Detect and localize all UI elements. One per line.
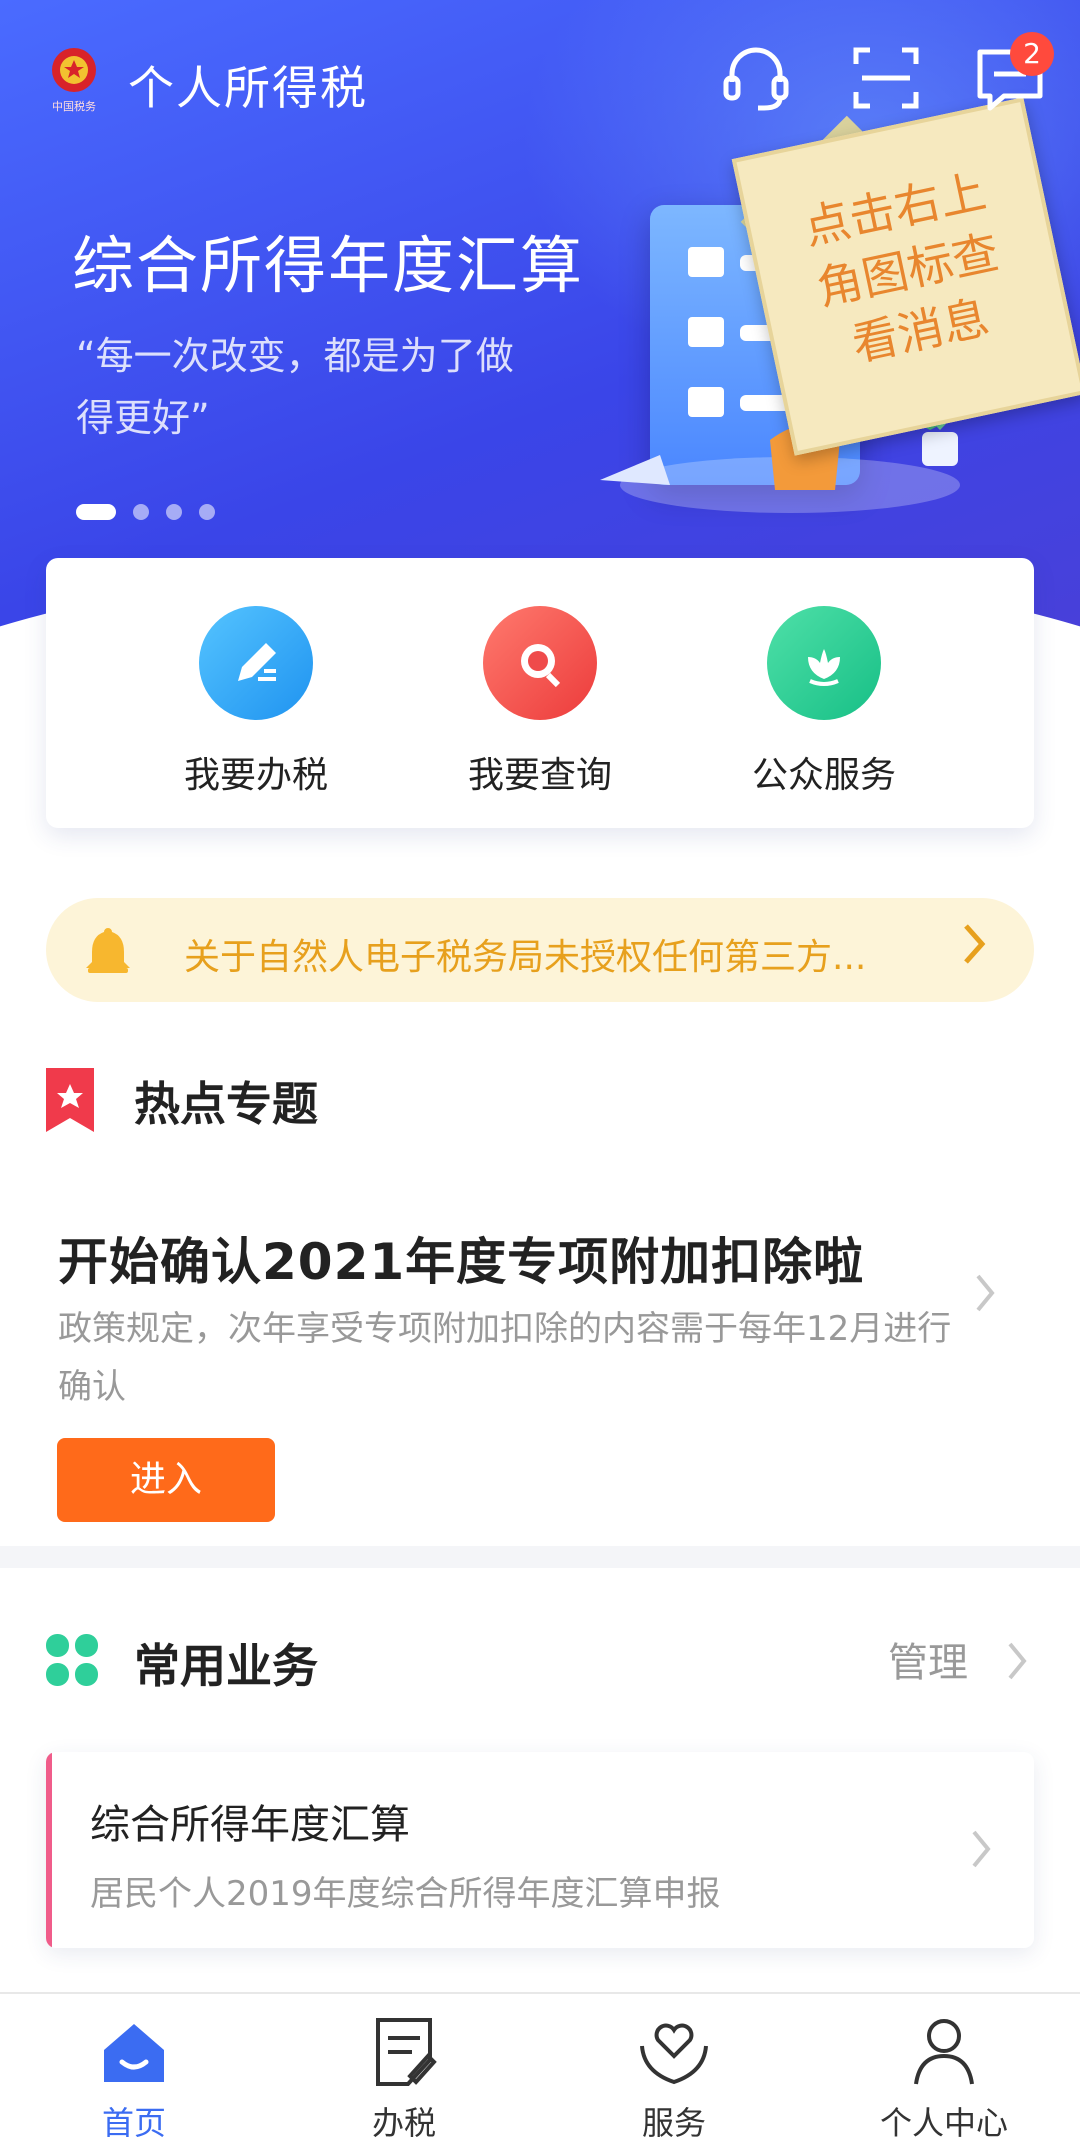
notice-bar[interactable]: 关于自然人电子税务局未授权任何第三方...	[46, 898, 1034, 1002]
flower-icon	[767, 606, 881, 720]
edit-icon	[199, 606, 313, 720]
topic-description: 政策规定，次年享受专项附加扣除的内容需于每年12月进行确认	[58, 1309, 952, 1407]
common-business-title: 常用业务	[134, 1639, 318, 1693]
sticky-note-text: 点击右上 角图标查 看消息	[799, 163, 1004, 372]
business-item-title: 综合所得年度汇算	[90, 1802, 410, 1848]
nav-label: 办税	[371, 2104, 436, 2142]
chevron-right-icon	[972, 1830, 991, 1868]
bookmark-star-icon	[46, 1068, 94, 1132]
nav-home[interactable]: 首页	[34, 2016, 234, 2144]
bottom-navigation: 首页 办税 服务 个人中心	[0, 1992, 1080, 2149]
carousel-indicator[interactable]	[76, 504, 232, 520]
carousel-dot[interactable]	[166, 504, 182, 520]
svg-text:中国税务: 中国税务	[52, 99, 96, 113]
nav-tax[interactable]: 办税	[304, 2016, 504, 2144]
enter-button[interactable]: 进入	[57, 1438, 275, 1522]
business-item-card[interactable]: 综合所得年度汇算 居民个人2019年度综合所得年度汇算申报	[46, 1752, 1034, 1948]
card-accent-bar	[46, 1752, 52, 1948]
home-icon	[104, 2024, 164, 2082]
bell-icon	[86, 928, 130, 973]
chevron-right-icon[interactable]	[1006, 1640, 1030, 1682]
nav-label: 服务	[641, 2104, 706, 2142]
nav-label: 个人中心	[879, 2104, 1008, 2142]
sticky-note: 点击右上 角图标查 看消息	[731, 97, 1080, 456]
headset-icon[interactable]	[718, 40, 794, 116]
notice-text: 关于自然人电子税务局未授权任何第三方...	[184, 937, 867, 978]
quick-action-query[interactable]: 我要查询	[430, 606, 650, 798]
business-item-subtitle: 居民个人2019年度综合所得年度汇算申报	[90, 1874, 721, 1914]
message-badge: 2	[1010, 32, 1054, 76]
chevron-right-icon	[964, 924, 986, 964]
section-divider	[0, 1546, 1080, 1568]
carousel-dot[interactable]	[199, 504, 215, 520]
calculator-icon	[688, 247, 724, 277]
banner-title: 综合所得年度汇算	[72, 229, 585, 302]
tax-emblem-logo: 中国税务	[52, 48, 96, 113]
search-icon	[483, 606, 597, 720]
topic-title[interactable]: 开始确认2021年度专项附加扣除啦	[58, 1222, 864, 1294]
user-icon	[914, 2019, 974, 2085]
nav-personal-center[interactable]: 个人中心	[844, 2016, 1044, 2144]
carousel-dot-active[interactable]	[76, 504, 116, 520]
nav-label: 首页	[101, 2104, 166, 2142]
app-title: 个人所得税	[128, 61, 368, 115]
heart-hands-icon	[640, 2023, 708, 2085]
quick-action-tax-filing[interactable]: 我要办税	[146, 606, 366, 798]
manage-link[interactable]: 管理	[888, 1630, 968, 1688]
quick-action-public-service[interactable]: 公众服务	[714, 606, 934, 798]
quick-action-label: 公众服务	[751, 755, 896, 796]
carousel-dot[interactable]	[133, 504, 149, 520]
quick-actions-card: 我要办税 我要查询 公众服务	[46, 558, 1034, 828]
quick-action-label: 我要办税	[183, 755, 328, 796]
hot-topics-title: 热点专题	[134, 1077, 318, 1131]
document-icon	[376, 2018, 437, 2086]
grid-clover-icon	[46, 1634, 98, 1686]
nav-service[interactable]: 服务	[574, 2016, 774, 2144]
scan-icon[interactable]	[848, 40, 924, 116]
quick-action-label: 我要查询	[467, 755, 612, 796]
banner-subtitle: “每一次改变，都是为了做得更好”	[76, 334, 514, 440]
